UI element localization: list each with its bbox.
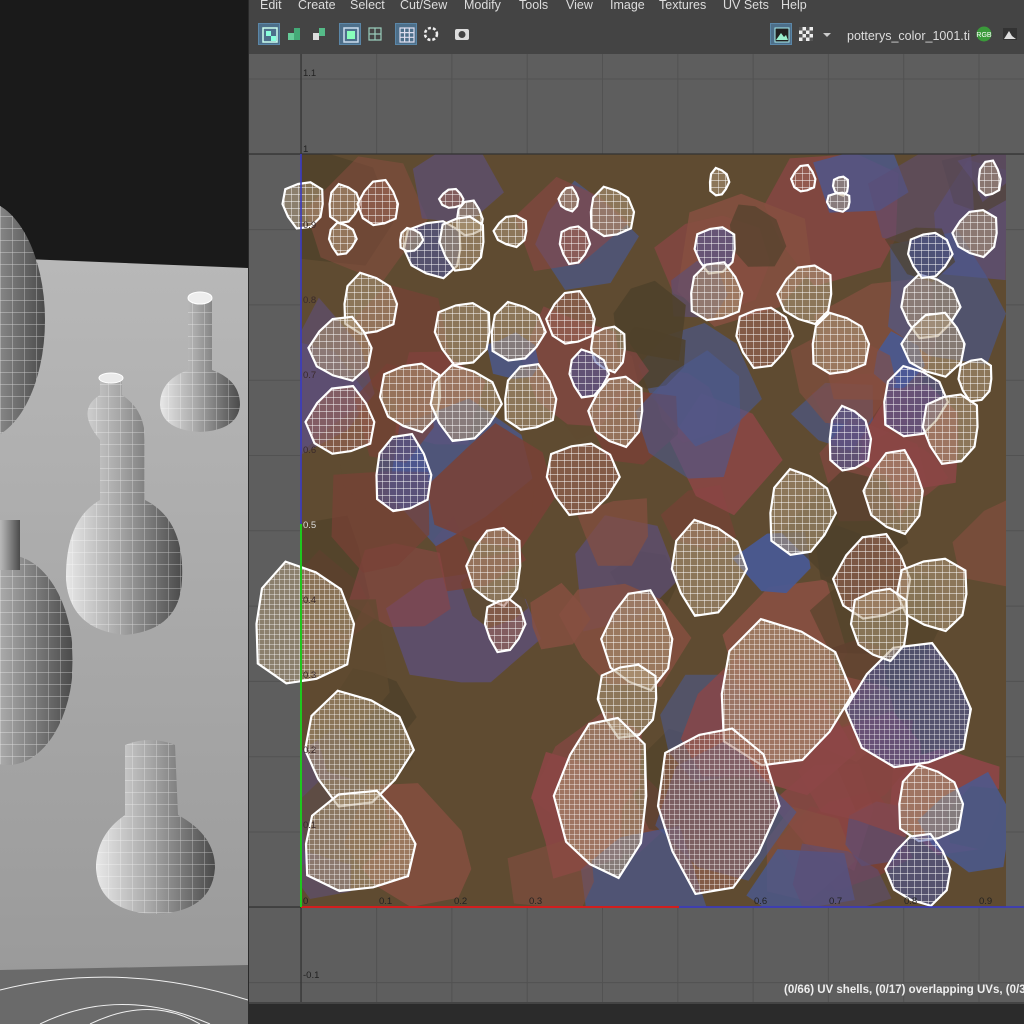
x-label-0.8: 0.8 [904, 896, 918, 907]
x-label-0.9: 0.9 [979, 896, 993, 907]
y-label-0.6: 0.6 [303, 445, 317, 456]
menu-tools[interactable]: Tools [519, 0, 548, 11]
texture-name-label[interactable]: potterys_color_1001.ti [847, 29, 970, 43]
uv-texture-space[interactable] [249, 54, 1024, 1002]
checker-grid-icon[interactable] [395, 23, 417, 45]
menu-textures[interactable]: Textures [659, 0, 706, 11]
image-toggle-icon[interactable] [770, 23, 792, 45]
y-label-neg-0.1: -0.1 [303, 970, 320, 981]
rgb-channel-icon[interactable]: RGB [973, 23, 995, 45]
uv-shell-select-icon[interactable] [258, 23, 280, 45]
snapshot-icon[interactable] [451, 23, 473, 45]
y-label-0.9: 0.9 [303, 220, 317, 231]
uv-flip-icon[interactable] [308, 23, 330, 45]
menu-select[interactable]: Select [350, 0, 385, 11]
y-label-0.8: 0.8 [303, 295, 317, 306]
svg-text:RGB: RGB [976, 32, 992, 39]
y-label-0.7: 0.7 [303, 370, 317, 381]
viewport-scene [0, 205, 248, 1024]
uv-editor-panel: Edit Create Select Cut/Sew Modify Tools … [248, 0, 1024, 1004]
y-label-1.1: 1.1 [303, 68, 317, 79]
x-label-0.2: 0.2 [454, 896, 468, 907]
3d-viewport[interactable] [0, 0, 248, 1024]
y-label-0.4: 0.4 [303, 595, 317, 606]
display-image-icon[interactable] [339, 23, 361, 45]
menu-uv-sets[interactable]: UV Sets [723, 0, 769, 11]
menu-view[interactable]: View [566, 0, 593, 11]
alpha-channel-icon[interactable] [999, 23, 1021, 45]
bottom-strip [248, 1004, 1024, 1024]
dropdown-arrow-icon[interactable] [819, 23, 833, 45]
y-label-1: 1 [303, 144, 309, 155]
x-label-0.3: 0.3 [529, 896, 543, 907]
x-label-0.1: 0.1 [379, 896, 393, 907]
menu-create[interactable]: Create [298, 0, 336, 11]
y-label-0.1: 0.1 [303, 820, 317, 831]
status-line: (0/66) UV shells, (0/17) overlapping UVs… [784, 984, 1024, 996]
y-label-0.5: 0.5 [303, 520, 317, 531]
uv-canvas[interactable]: 1.1 1 0.9 0.8 0.7 0.6 0.5 0.4 0.3 0.2 0.… [249, 54, 1024, 1002]
x-label-0.6: 0.6 [754, 896, 768, 907]
uv-island-icon[interactable] [283, 23, 305, 45]
menu-image[interactable]: Image [610, 0, 645, 11]
menu-edit[interactable]: Edit [260, 0, 282, 11]
y-label-0.3: 0.3 [303, 670, 317, 681]
menu-cut-sew[interactable]: Cut/Sew [400, 0, 447, 11]
y-label-0: 0 [303, 896, 309, 907]
checker-icon[interactable] [795, 23, 817, 45]
menu-bar: Edit Create Select Cut/Sew Modify Tools … [249, 0, 1024, 14]
shaded-icon[interactable] [420, 23, 442, 45]
grid-display-icon[interactable] [364, 23, 386, 45]
menu-modify[interactable]: Modify [464, 0, 501, 11]
floor-edge [0, 965, 248, 1024]
y-label-0.2: 0.2 [303, 745, 317, 756]
menu-help[interactable]: Help [781, 0, 807, 11]
x-label-0.7: 0.7 [829, 896, 843, 907]
